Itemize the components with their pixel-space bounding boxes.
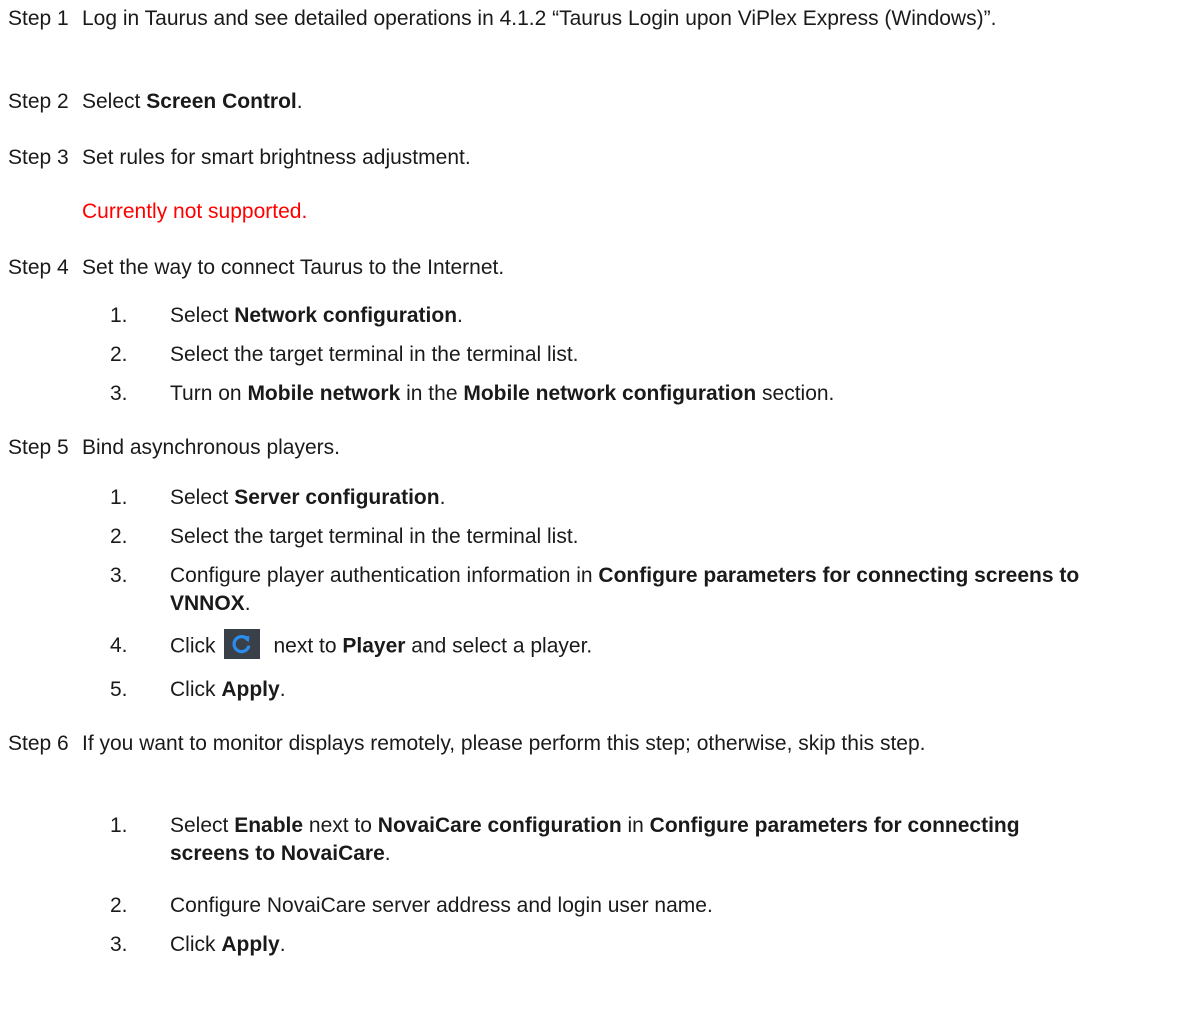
- step-4-sub-1-num: 1.: [110, 304, 128, 327]
- step-4-sub-3-text: Turn on Mobile network in the Mobile net…: [170, 380, 1160, 408]
- step-2-post: .: [296, 90, 303, 113]
- step-5-sub-4-text: Click next to Player and select a player.: [170, 629, 1160, 662]
- step-5-sub-1-pre: Select: [170, 486, 235, 509]
- step-6-sub-3-post: .: [279, 933, 286, 956]
- step-3-label: Step 3: [8, 146, 69, 169]
- step-5-sub-1-bold: Server configuration: [234, 486, 440, 509]
- step-5-sub-3-text: Configure player authentication informat…: [170, 562, 1100, 618]
- step-6-sub-1-mid: next to: [303, 814, 378, 837]
- step-6-sub-3-bold: Apply: [221, 933, 280, 956]
- step-4-sub-3-mid: in the: [400, 382, 464, 405]
- step-4-text: Set the way to connect Taurus to the Int…: [82, 256, 505, 279]
- step-5-label: Step 5: [8, 436, 69, 459]
- step-1-text: Log in Taurus and see detailed operation…: [82, 7, 997, 30]
- step-6-sub-1-text: Select Enable next to NovaiCare configur…: [170, 812, 1100, 868]
- step-4-sub-3-bold1: Mobile network: [247, 382, 401, 405]
- step-6-sub-2-text: Configure NovaiCare server address and l…: [170, 894, 713, 917]
- step-5-sub-3-num: 3.: [110, 564, 128, 587]
- step-5-sub-5-pre: Click: [170, 678, 222, 701]
- step-5-sub-2-text: Select the target terminal in the termin…: [170, 525, 579, 548]
- step-5-sub-2-num: 2.: [110, 525, 128, 548]
- step-5-sub-4-num: 4.: [110, 634, 128, 657]
- step-3-text: Set rules for smart brightness adjustmen…: [82, 146, 471, 169]
- step-4-sub-3-post: section.: [756, 382, 835, 405]
- step-2-label: Step 2: [8, 90, 69, 113]
- document-page: Step 1 Log in Taurus and see detailed op…: [0, 0, 1183, 1010]
- step-6-sub-1-post: .: [384, 842, 391, 865]
- step-6-sub-1-num: 1.: [110, 814, 128, 837]
- step-5-sub-4-pre: Click: [170, 634, 216, 658]
- step-5-sub-4-bold: Player: [342, 634, 406, 658]
- step-5-sub-1-num: 1.: [110, 486, 128, 509]
- step-4-sub-3-bold2: Mobile network configuration: [463, 382, 757, 405]
- step-6-sub-3-num: 3.: [110, 933, 128, 956]
- step-4-sub-1-bold: Network configuration: [234, 304, 458, 327]
- step-2-bold: Screen Control: [146, 90, 297, 113]
- step-6-sub-1-bold2: NovaiCare configuration: [377, 814, 622, 837]
- step-5-sub-5-post: .: [279, 678, 286, 701]
- step-5-sub-5-num: 5.: [110, 678, 128, 701]
- step-2-text: Select Screen Control.: [82, 88, 1162, 116]
- step-5-sub-5-bold: Apply: [221, 678, 280, 701]
- step-6-text: If you want to monitor displays remotely…: [82, 732, 926, 755]
- step-6-sub-1-mid2: in: [621, 814, 650, 837]
- step-5-sub-4-mid: next to: [273, 634, 343, 658]
- step-2-pre: Select: [82, 90, 147, 113]
- step-5-sub-4-post: and select a player.: [405, 634, 593, 658]
- step-6-sub-2-num: 2.: [110, 894, 128, 917]
- refresh-icon[interactable]: [223, 629, 260, 659]
- step-4-sub-2-num: 2.: [110, 343, 128, 366]
- step-1-label: Step 1: [8, 7, 69, 30]
- step-3-note: Currently not supported.: [82, 200, 308, 223]
- step-6-sub-3-pre: Click: [170, 933, 222, 956]
- step-4-sub-1-post: .: [457, 304, 463, 327]
- step-6-sub-3-text: Click Apply.: [170, 931, 1160, 959]
- step-6-sub-1-bold1: Enable: [234, 814, 304, 837]
- step-5-sub-3-pre: Configure player authentication informat…: [170, 564, 599, 587]
- step-5-sub-5-text: Click Apply.: [170, 676, 1160, 704]
- step-6-sub-1-pre: Select: [170, 814, 235, 837]
- step-4-sub-2-text: Select the target terminal in the termin…: [170, 343, 579, 366]
- step-4-sub-3-pre: Turn on: [170, 382, 248, 405]
- step-4-sub-3-num: 3.: [110, 382, 128, 405]
- step-4-sub-1-text: Select Network configuration.: [170, 302, 1160, 330]
- step-5-text: Bind asynchronous players.: [82, 436, 340, 459]
- step-4-sub-1-pre: Select: [170, 304, 235, 327]
- step-5-sub-3-post: .: [244, 592, 251, 615]
- step-6-label: Step 6: [8, 732, 69, 755]
- step-4-label: Step 4: [8, 256, 69, 279]
- step-5-sub-1-text: Select Server configuration.: [170, 484, 1160, 512]
- step-5-sub-1-post: .: [439, 486, 446, 509]
